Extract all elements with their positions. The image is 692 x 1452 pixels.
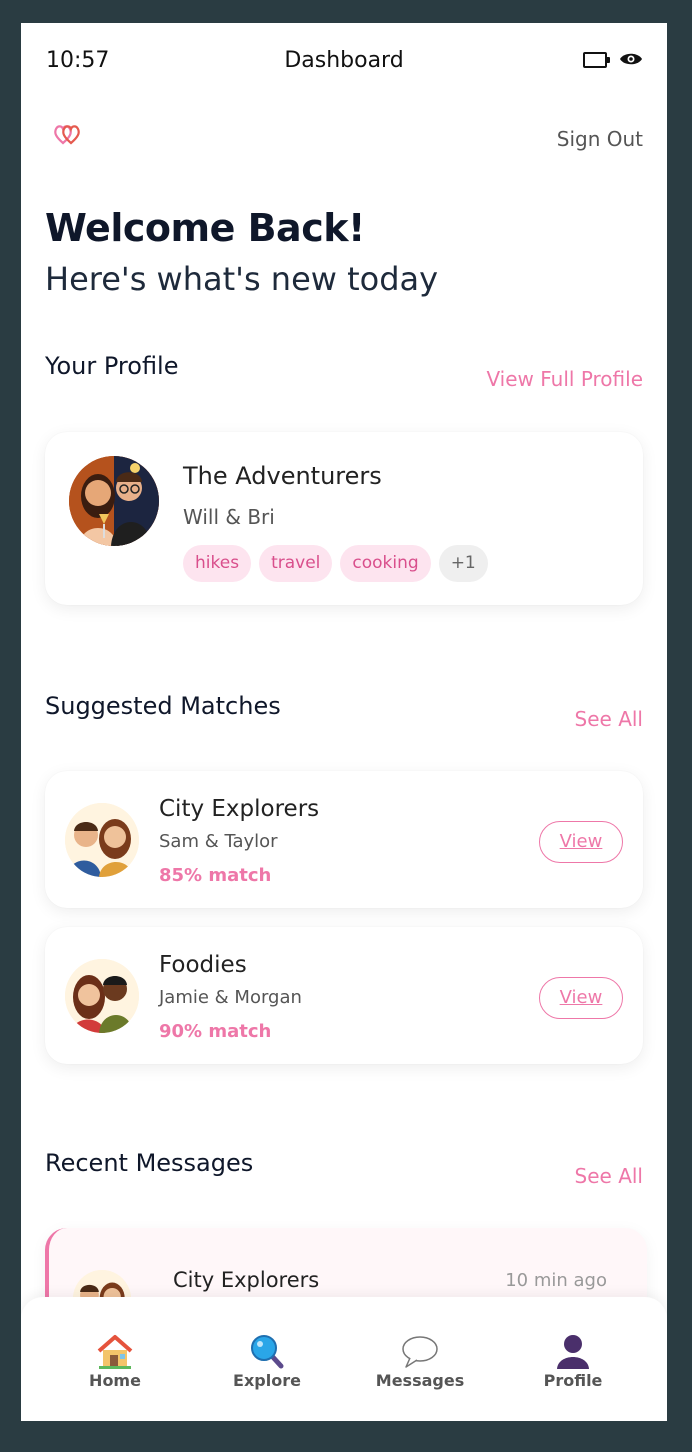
match-members: Jamie & Morgan [159, 987, 302, 1008]
tag-travel: travel [259, 545, 333, 582]
sign-out-button[interactable]: Sign Out [557, 127, 643, 151]
message-time: 10 min ago [505, 1270, 607, 1291]
your-profile-heading: Your Profile [45, 352, 179, 380]
status-bar: 10:57 Dashboard [21, 23, 667, 99]
welcome-subtitle: Here's what's new today [45, 260, 439, 298]
person-icon [557, 1335, 589, 1369]
messages-see-all-link[interactable]: See All [575, 1164, 643, 1188]
suggested-matches-heading: Suggested Matches [45, 692, 281, 720]
more-tags-badge: +1 [438, 545, 488, 582]
match-name: City Explorers [159, 796, 320, 822]
hearts-logo-icon[interactable] [53, 123, 81, 145]
bottom-nav: Home Explore Messages Profile [21, 1297, 667, 1421]
view-match-button[interactable]: View [539, 821, 623, 863]
view-match-button[interactable]: View [539, 977, 623, 1019]
match-card[interactable]: City Explorers Sam & Taylor 85% match Vi… [45, 771, 643, 908]
match-avatar [65, 959, 139, 1033]
nav-explore-label: Explore [233, 1371, 301, 1390]
match-name: Foodies [159, 952, 247, 978]
nav-messages-label: Messages [375, 1371, 465, 1390]
match-members: Sam & Taylor [159, 831, 278, 852]
battery-icon [583, 52, 610, 68]
screen-title: Dashboard [284, 48, 404, 73]
nav-home-label: Home [89, 1371, 141, 1390]
match-avatar [65, 803, 139, 877]
interest-tags: hikes travel cooking +1 [183, 545, 488, 582]
nav-profile[interactable]: Profile [513, 1333, 633, 1390]
profile-members: Will & Bri [183, 505, 275, 529]
profile-card[interactable]: The Adventurers Will & Bri hikes travel … [45, 432, 643, 605]
nav-profile-label: Profile [543, 1371, 603, 1390]
welcome-title: Welcome Back! [45, 206, 365, 250]
match-percent: 85% match [159, 865, 272, 886]
message-sender: City Explorers [173, 1268, 320, 1292]
profile-name: The Adventurers [183, 462, 382, 490]
eye-icon [620, 53, 642, 65]
recent-messages-heading: Recent Messages [45, 1149, 254, 1177]
profile-avatar [69, 456, 159, 546]
nav-explore[interactable]: Explore [207, 1333, 327, 1390]
phone-screen: 10:57 Dashboard Sign Out Welcome Back! H… [21, 23, 667, 1421]
view-full-profile-link[interactable]: View Full Profile [486, 367, 643, 391]
nav-home[interactable]: Home [55, 1333, 175, 1390]
speech-bubble-icon [402, 1336, 438, 1368]
tag-cooking: cooking [340, 545, 431, 582]
match-percent: 90% match [159, 1021, 272, 1042]
match-card[interactable]: Foodies Jamie & Morgan 90% match View [45, 927, 643, 1064]
tag-hikes: hikes [183, 545, 252, 582]
nav-messages[interactable]: Messages [360, 1333, 480, 1390]
suggested-see-all-link[interactable]: See All [575, 707, 643, 731]
house-icon [97, 1335, 133, 1369]
magnifier-icon [251, 1335, 284, 1369]
